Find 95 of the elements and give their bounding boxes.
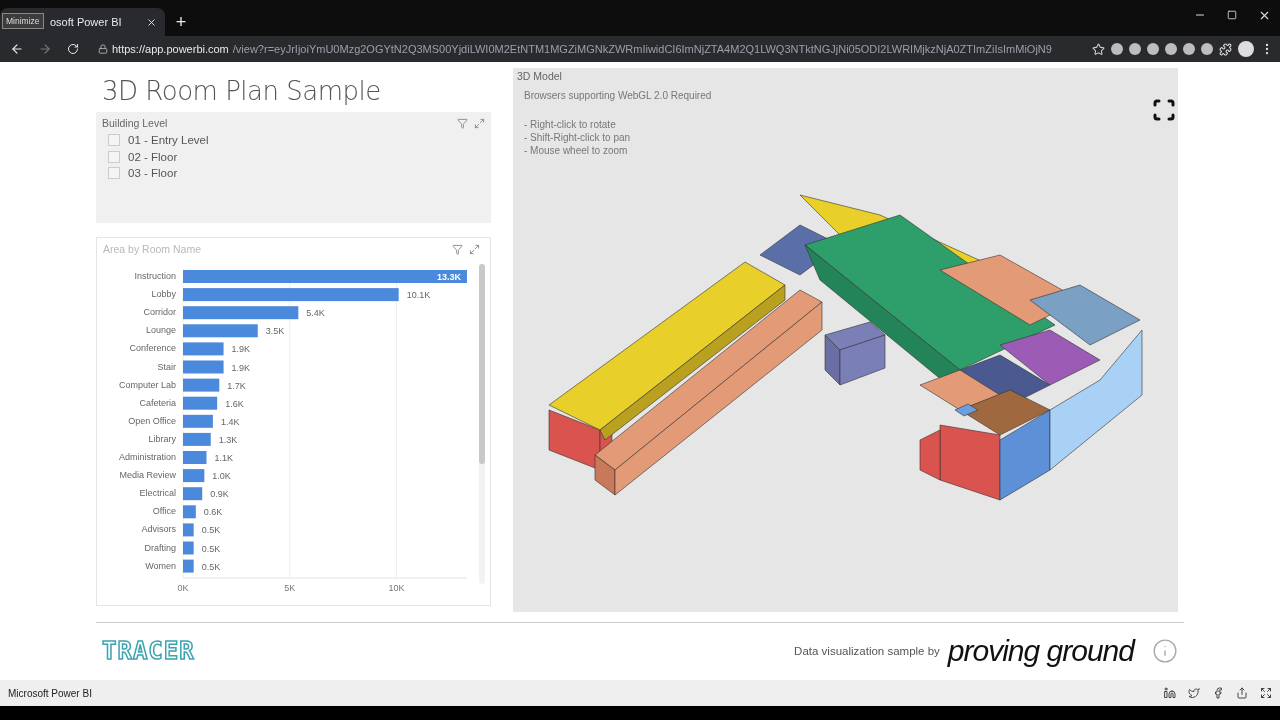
chart-title: Area by Room Name [103,243,202,255]
value-label: 5.4K [306,308,325,319]
brand-logo: TRACER [102,636,195,665]
filter-icon[interactable] [452,243,463,255]
tooltip: Minimize [2,13,44,29]
category-label: Open Office [128,415,176,426]
bar [183,541,194,555]
value-label: 10.1K [406,290,431,301]
bar [183,342,224,356]
category-label: Instruction [134,271,176,281]
category-label: Advisors [141,524,176,535]
value-label: 0.6K [203,507,223,518]
linkedin-share-button[interactable] [1164,687,1176,699]
restore-icon[interactable] [1227,10,1237,20]
close-icon[interactable] [146,16,157,28]
axis-tick-label: 10K [388,583,405,593]
extension-icon[interactable] [1111,43,1123,55]
bar [183,378,220,392]
category-label: Computer Lab [118,379,176,390]
share-button[interactable] [1236,687,1248,699]
bar [183,451,207,464]
bar [183,360,224,374]
building-model-drawing[interactable] [548,194,1143,501]
checkbox[interactable] [108,134,120,147]
extension-icon[interactable] [1183,43,1195,55]
focus-mode-icon[interactable] [474,117,485,129]
bar [183,469,205,483]
category-label: Administration [118,452,176,462]
category-label: Library [148,433,176,444]
value-label: 1.6K [225,398,244,409]
bar [183,523,194,537]
fullscreen-button[interactable] [1152,98,1176,122]
category-label: Conference [129,343,176,354]
instruction-text: - Mouse wheel to zoom [524,145,628,156]
instruction-text: - Shift-Right-click to pan [524,132,631,143]
checkbox[interactable] [108,150,120,163]
value-label: 1.3K [218,434,238,445]
value-label: 0.5K [201,525,221,536]
value-label: 3.5K [265,326,285,337]
credit-text: Data visualization sample by [794,644,940,657]
value-label: 1.7K [227,380,246,391]
category-label: Corridor [143,307,176,318]
category-label: Office [152,506,176,517]
category-label: Lobby [151,289,176,300]
bar [183,559,194,573]
report-title: 3D Room Plan Sample [102,76,382,106]
tab-title: osoft Power BI [50,16,122,28]
category-label: Lounge [145,325,176,336]
credit-logo: proving ground [947,633,1134,668]
value-label: 13.3K [436,272,461,282]
puzzle-icon[interactable] [1219,42,1232,56]
value-label: 0.5K [201,561,221,572]
value-label: 0.9K [210,489,229,500]
slicer-item-label[interactable]: 01 - Entry Level [128,134,209,147]
focus-mode-icon[interactable] [469,243,480,255]
fullscreen-button[interactable] [1260,687,1272,699]
lock-icon [98,44,108,54]
bar [183,396,218,410]
value-label: 1.0K [212,471,231,482]
axis-tick-label: 5K [284,583,296,593]
scrollbar[interactable] [479,264,485,584]
category-label: Cafeteria [139,397,176,408]
bar [183,432,211,446]
panel-title: 3D Model [517,70,562,82]
reload-icon[interactable] [67,43,79,55]
twitter-share-button[interactable] [1188,687,1200,699]
slicer-item-label[interactable]: 02 - Floor [128,150,178,163]
category-label: Electrical [139,488,176,499]
category-label: Women [145,560,176,571]
value-label: 1.1K [214,453,233,463]
extension-icon[interactable] [1201,43,1213,55]
new-tab-button[interactable]: + [169,8,193,36]
bar [183,414,213,428]
instruction-text: - Right-click to rotate [524,119,616,130]
bookmark-star-icon[interactable] [1092,42,1105,56]
status-text: Microsoft Power BI [8,687,92,699]
extension-icon[interactable] [1129,43,1141,55]
value-label: 1.4K [220,416,240,427]
bar [183,487,203,501]
instruction-text: Browsers supporting WebGL 2.0 Required [524,90,712,101]
value-label: 1.9K [231,344,251,355]
avatar[interactable] [1238,41,1254,57]
value-label: 1.9K [231,362,251,373]
value-label: 0.5K [201,543,221,554]
extension-icon[interactable] [1147,43,1159,55]
slicer-item-label[interactable]: 03 - Floor [128,167,178,180]
slicer-title: Building Level [102,117,168,129]
category-label: Stair [157,361,176,372]
extension-icon[interactable] [1165,43,1177,55]
checkbox[interactable] [108,167,120,180]
axis-tick-label: 0K [177,583,189,593]
category-label: Drafting [144,542,176,553]
facebook-share-button[interactable] [1212,687,1224,699]
bar [183,505,196,519]
category-label: Media Review [119,470,176,481]
